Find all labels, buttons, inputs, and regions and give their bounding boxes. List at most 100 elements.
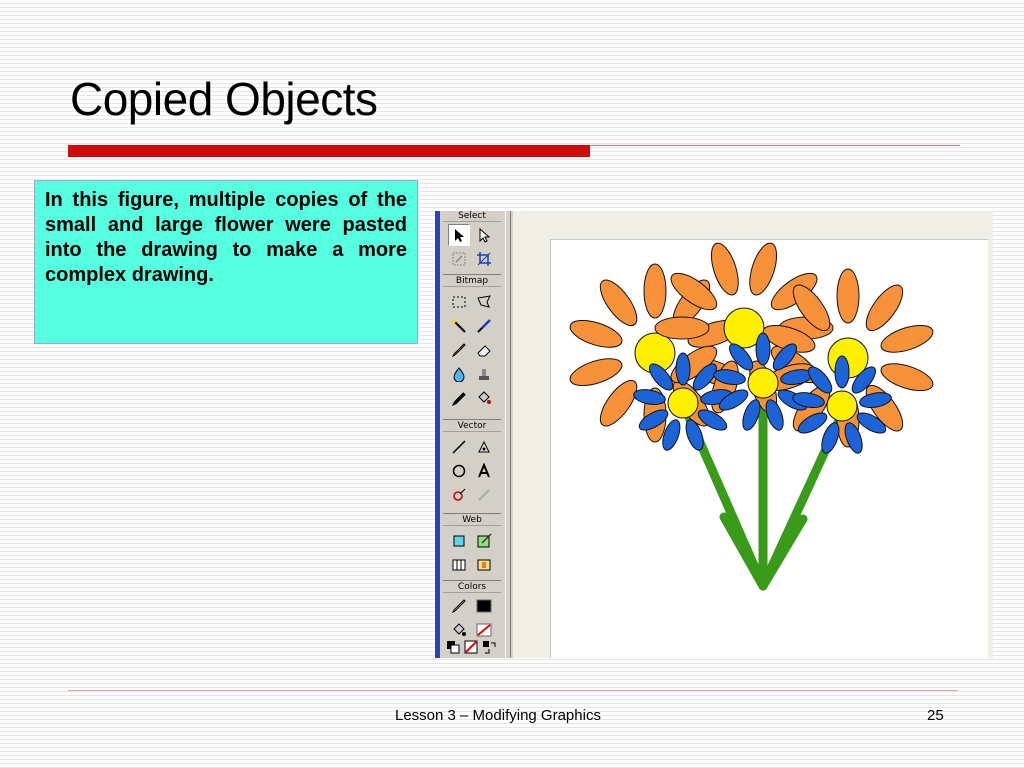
petal xyxy=(755,332,771,366)
pen-tool[interactable] xyxy=(473,436,495,458)
hotspot-icon xyxy=(453,535,465,547)
freeform-tool[interactable] xyxy=(448,484,470,506)
petal xyxy=(880,324,934,353)
petal xyxy=(710,242,739,296)
flower-stem-lower xyxy=(719,512,768,591)
default-colors[interactable] xyxy=(445,639,461,655)
petal xyxy=(749,242,778,296)
eyedropper-tool[interactable] xyxy=(448,387,470,409)
tools-section-colors: Colors xyxy=(443,580,501,658)
petal xyxy=(569,358,623,387)
slice-tool[interactable] xyxy=(473,530,495,552)
rubber-stamp-icon xyxy=(479,369,489,380)
text-tool[interactable] xyxy=(473,460,495,482)
hotspot-tool[interactable] xyxy=(448,530,470,552)
swap-colors-icon xyxy=(483,641,496,654)
magic-wand-icon xyxy=(452,319,466,333)
scale-icon xyxy=(452,252,466,266)
pointer-icon xyxy=(455,229,464,242)
flower-drawing xyxy=(569,242,934,591)
knife-tool[interactable] xyxy=(473,484,495,506)
no-color-icon xyxy=(464,640,478,654)
pencil-tool[interactable] xyxy=(448,339,470,361)
tools-section-bitmap: Bitmap xyxy=(443,274,501,419)
tools-section-web: Web xyxy=(443,513,501,580)
ellipse-icon xyxy=(452,464,466,478)
title-underline-bar xyxy=(68,145,590,157)
scale-tool[interactable] xyxy=(448,248,470,270)
slide-title: Copied Objects xyxy=(70,73,378,125)
petal xyxy=(836,268,860,324)
eraser-tool[interactable] xyxy=(473,339,495,361)
swap-colors[interactable] xyxy=(481,639,497,655)
tools-section-vector: Vector xyxy=(443,419,501,513)
page-number: 25 xyxy=(927,707,944,724)
pen-icon xyxy=(478,440,490,453)
rubber-stamp-tool[interactable] xyxy=(473,363,495,385)
petal xyxy=(643,263,667,319)
crop-icon xyxy=(477,252,491,266)
flower-center xyxy=(747,367,779,399)
window-edge xyxy=(435,211,440,658)
canvas-area[interactable] xyxy=(513,211,993,658)
magic-wand-tool[interactable] xyxy=(448,315,470,337)
stroke-color[interactable] xyxy=(448,595,470,617)
no-color-icon xyxy=(476,623,492,637)
fill-color[interactable] xyxy=(448,619,470,641)
hide-slices-icon xyxy=(452,559,466,571)
text-a-icon xyxy=(478,463,490,478)
flower-center xyxy=(667,387,699,419)
tools-panel: Select Bitmap Vector Web Colors xyxy=(441,211,505,658)
show-slices-icon xyxy=(477,559,491,571)
tools-section-label: Colors xyxy=(443,581,501,593)
petal xyxy=(675,352,691,386)
tools-section-label: Vector xyxy=(443,420,501,432)
lasso-tool[interactable] xyxy=(473,291,495,313)
petal xyxy=(880,363,934,392)
color-swatch-icon xyxy=(476,599,492,613)
default-colors-icon xyxy=(447,641,460,654)
subselection-icon xyxy=(479,227,491,243)
pencil-icon xyxy=(451,599,466,614)
footer-rule xyxy=(68,690,958,691)
petal xyxy=(821,422,840,454)
slice-icon xyxy=(477,533,492,548)
petal xyxy=(599,279,638,327)
tools-section-label: Web xyxy=(443,514,501,526)
title-underline-rule xyxy=(590,145,960,146)
petal xyxy=(654,316,710,340)
blur-tool[interactable] xyxy=(448,363,470,385)
paint-bucket-tool[interactable] xyxy=(473,387,495,409)
crop-tool[interactable] xyxy=(473,248,495,270)
blur-drop-icon xyxy=(453,367,465,382)
knife-icon xyxy=(478,489,490,501)
no-fill-swatch[interactable] xyxy=(473,619,495,641)
brush-icon xyxy=(477,319,491,333)
brush-tool[interactable] xyxy=(473,315,495,337)
fireworks-screenshot: Select Bitmap Vector Web Colors xyxy=(435,211,993,658)
pencil-icon xyxy=(451,343,466,358)
hide-slices-button[interactable] xyxy=(448,554,470,576)
paint-bucket-icon xyxy=(478,391,491,404)
subselection-tool[interactable] xyxy=(473,224,495,246)
paint-bucket-icon xyxy=(453,623,466,636)
line-tool[interactable] xyxy=(448,436,470,458)
show-slices-button[interactable] xyxy=(473,554,495,576)
panel-divider xyxy=(505,211,511,658)
footer-title: Lesson 3 – Modifying Graphics xyxy=(395,707,601,724)
pointer-tool[interactable] xyxy=(448,224,470,246)
petal xyxy=(599,379,638,427)
no-color[interactable] xyxy=(463,639,479,655)
tools-section-label: Select xyxy=(443,211,501,222)
tools-section-select: Select xyxy=(443,211,501,272)
drawing-stage[interactable] xyxy=(550,239,988,658)
petal xyxy=(834,355,850,389)
ellipse-tool[interactable] xyxy=(448,460,470,482)
freeform-icon xyxy=(453,488,466,501)
marquee-tool[interactable] xyxy=(448,291,470,313)
line-icon xyxy=(452,440,466,454)
marquee-icon xyxy=(452,296,466,308)
stroke-color-swatch[interactable] xyxy=(473,595,495,617)
petal xyxy=(633,389,666,406)
flower-center xyxy=(826,390,858,422)
